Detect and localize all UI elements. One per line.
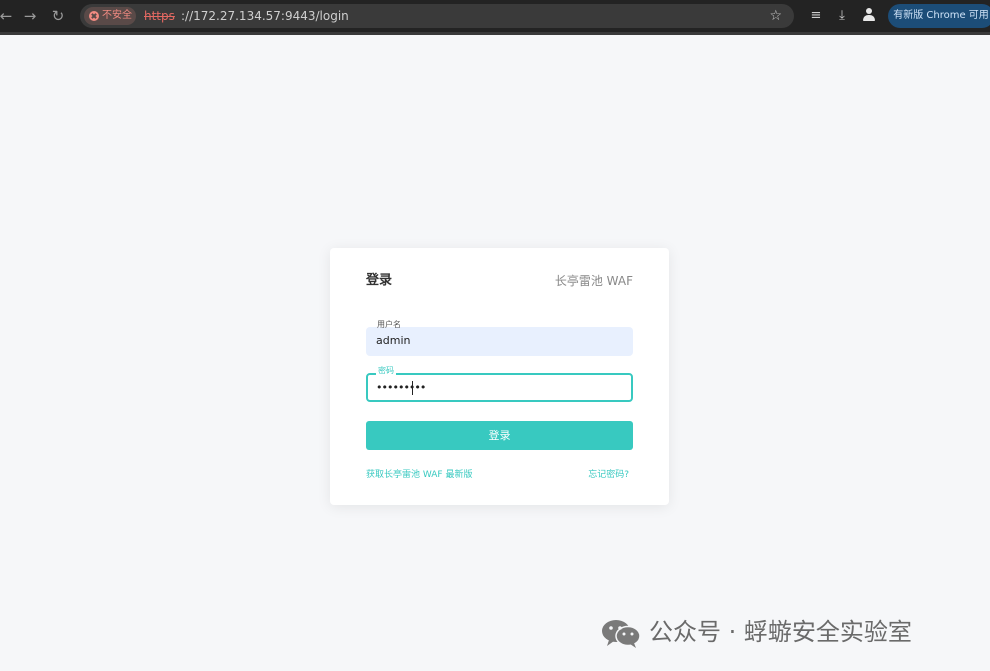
- star-icon[interactable]: ☆: [769, 6, 782, 26]
- security-chip[interactable]: 不安全: [84, 7, 136, 25]
- password-label: 密码: [376, 366, 396, 376]
- watermark-text: 公众号 · 蜉蝣安全实验室: [649, 618, 912, 646]
- brand-name: 长亭雷池 WAF: [554, 274, 633, 288]
- download-icon[interactable]: ⤓: [832, 6, 852, 26]
- back-icon[interactable]: ←: [0, 6, 16, 26]
- address-bar[interactable]: 不安全 https ://172.27.134.57:9443/login ☆: [80, 4, 794, 28]
- password-field[interactable]: 密码 •••••••••: [366, 366, 633, 402]
- login-title: 登录: [366, 273, 393, 288]
- username-field[interactable]: 用户名: [366, 320, 633, 356]
- wechat-icon: [602, 620, 641, 648]
- browser-toolbar: ← → ↻ 不安全 https ://172.27.134.57:9443/lo…: [0, 0, 990, 32]
- login-button[interactable]: 登录: [366, 421, 633, 450]
- get-latest-link[interactable]: 获取长亭雷池 WAF 最新版: [366, 468, 472, 482]
- username-input[interactable]: [376, 333, 616, 349]
- forgot-password-link[interactable]: 忘记密码?: [588, 468, 629, 482]
- not-secure-icon: [89, 11, 99, 21]
- reload-icon[interactable]: ↻: [48, 6, 68, 26]
- url-scheme: https: [144, 9, 175, 23]
- forward-icon[interactable]: →: [20, 6, 40, 26]
- login-card: 登录 长亭雷池 WAF 用户名 密码 ••••••••• 登录 获取长亭雷池 W…: [330, 248, 669, 505]
- url-text: ://172.27.134.57:9443/login: [181, 9, 349, 23]
- media-control-icon[interactable]: ≡: [806, 6, 826, 26]
- security-label: 不安全: [102, 10, 132, 21]
- chrome-update-button[interactable]: 有新版 Chrome 可用: [888, 4, 990, 28]
- toolbar-divider: [0, 32, 990, 35]
- username-label: 用户名: [377, 320, 401, 329]
- profile-icon[interactable]: [862, 8, 876, 22]
- text-caret: [412, 381, 413, 395]
